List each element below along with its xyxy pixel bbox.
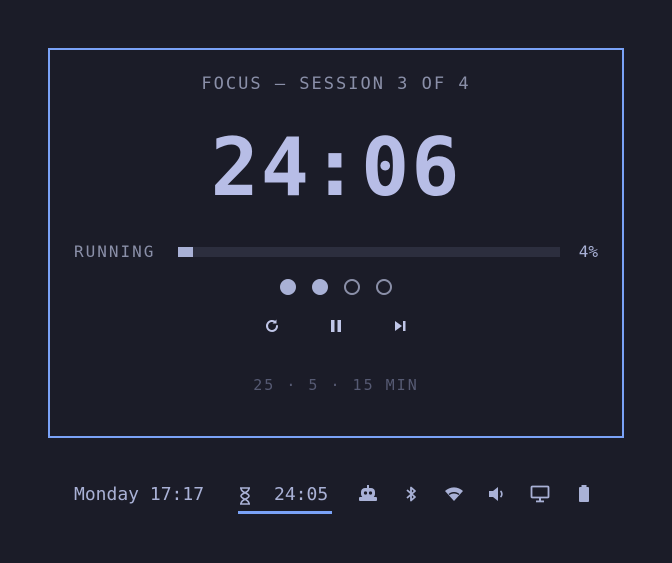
pause-icon — [331, 320, 341, 332]
progress-fill — [178, 247, 194, 257]
status-label: RUNNING — [74, 242, 156, 261]
session-dots — [50, 279, 622, 295]
session-dot — [376, 279, 392, 295]
bluetooth-icon[interactable] — [401, 484, 421, 504]
pause-button[interactable] — [326, 316, 346, 336]
session-dot — [312, 279, 328, 295]
timer-widget[interactable]: 24:05 — [238, 478, 332, 514]
refresh-icon — [266, 319, 278, 332]
battery-icon[interactable] — [574, 484, 594, 504]
progress-bar — [178, 247, 560, 257]
robot-icon[interactable] — [358, 484, 378, 504]
pomodoro-window: FOCUS — SESSION 3 OF 4 24:06 RUNNING 4% — [48, 48, 624, 438]
durations-label: 25 · 5 · 15 MIN — [253, 376, 419, 394]
skip-button[interactable] — [390, 316, 410, 336]
status-bar: Monday 17:17 24:05 — [0, 478, 672, 518]
datetime-label: Monday 17:17 — [74, 484, 205, 505]
timer-controls — [50, 316, 622, 336]
session-dot — [344, 279, 360, 295]
reset-button[interactable] — [262, 316, 282, 336]
progress-row: RUNNING 4% — [74, 240, 598, 264]
session-label: FOCUS — SESSION 3 OF 4 — [201, 74, 471, 94]
hourglass-icon — [240, 487, 250, 505]
progress-percent: 4% — [578, 242, 598, 261]
timer-display: 24:06 — [210, 121, 462, 214]
volume-icon[interactable] — [487, 484, 507, 504]
wifi-icon[interactable] — [444, 484, 464, 504]
skip-next-icon — [395, 321, 406, 331]
session-dot — [280, 279, 296, 295]
display-icon[interactable] — [530, 484, 550, 504]
timer-widget-time: 24:05 — [274, 484, 329, 505]
